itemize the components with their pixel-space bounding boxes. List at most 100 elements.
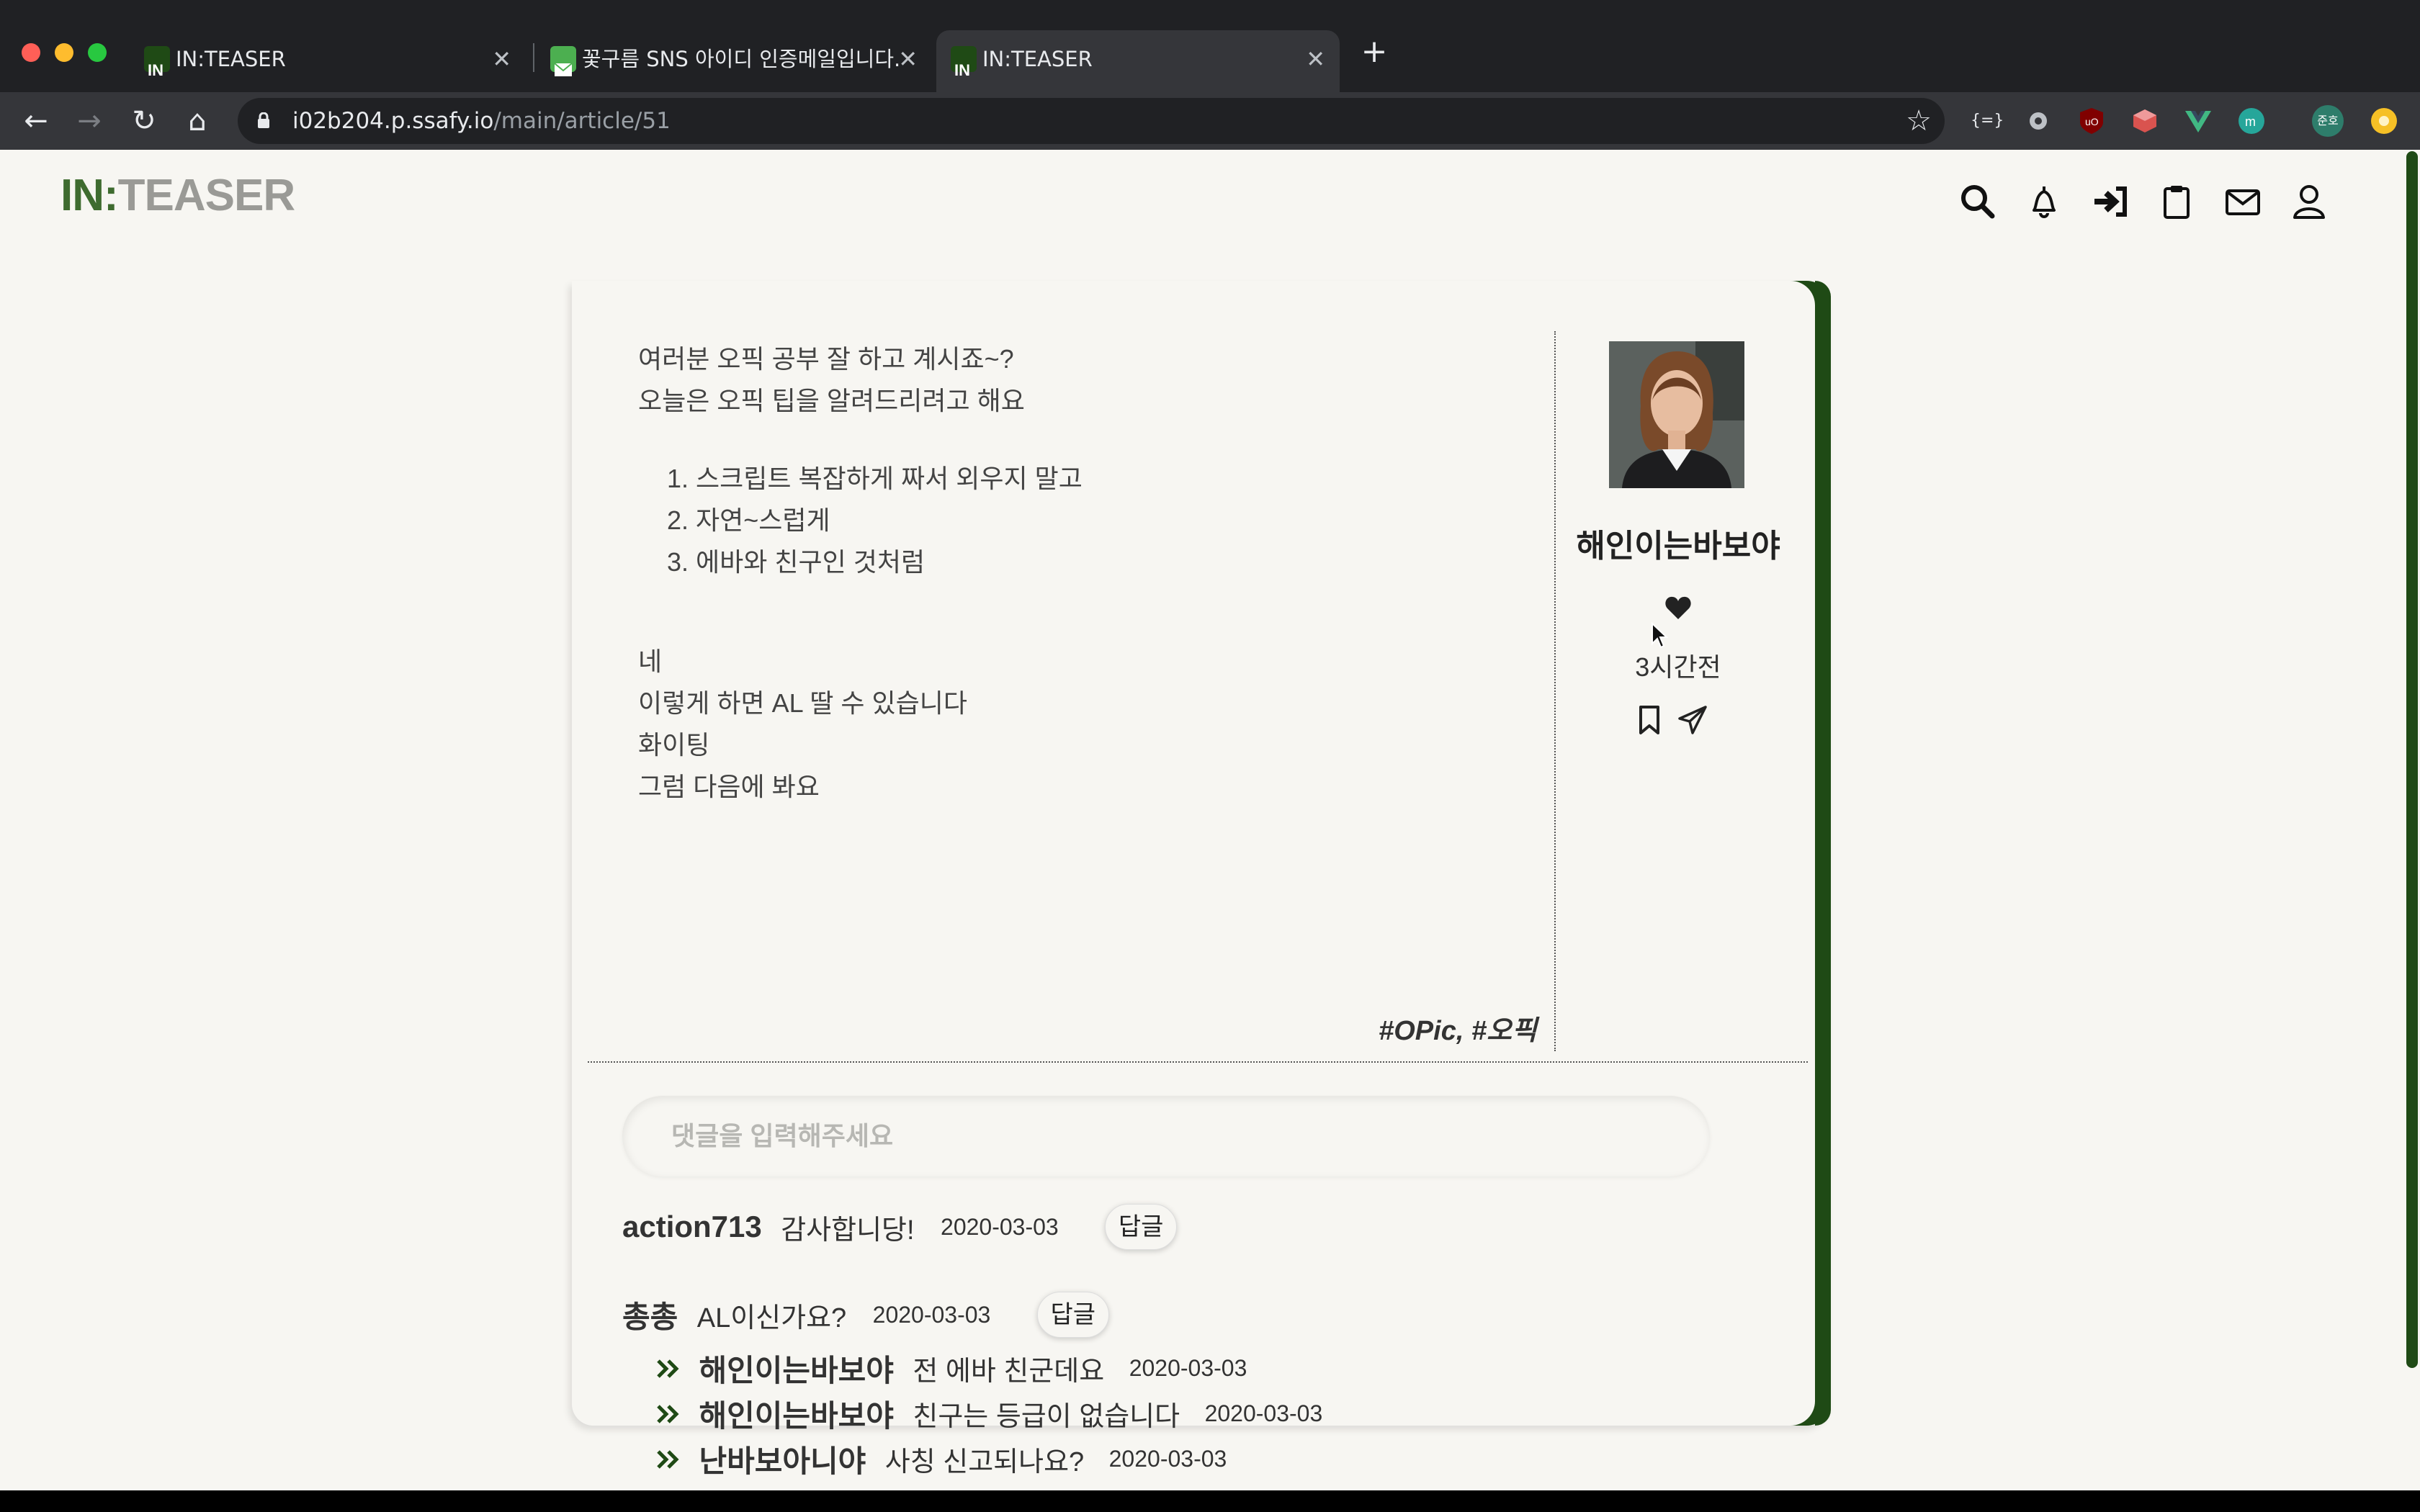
reply-author[interactable]: 난바보아니야 xyxy=(699,1444,866,1478)
forward-button[interactable]: → xyxy=(69,101,109,141)
post-content: 여러분 오픽 공부 잘 하고 계시죠~? 오늘은 오픽 팁을 알려드리려고 해요… xyxy=(638,338,1538,808)
comment-date: 2020-03-03 xyxy=(872,1301,991,1328)
reply-button[interactable]: 답글 xyxy=(1036,1292,1109,1338)
reply-date: 2020-03-03 xyxy=(1108,1446,1227,1472)
address-bar[interactable]: i02b204.p.ssafy.io/main/article/51 ☆ xyxy=(238,98,1945,144)
post-line: 네 xyxy=(638,647,663,676)
reply-text: 친구는 등급이 없습니다 xyxy=(913,1402,1180,1432)
new-tab-button[interactable]: + xyxy=(1358,36,1390,69)
card-accent-bar xyxy=(1815,281,1831,1426)
search-icon[interactable] xyxy=(1956,180,1999,226)
logo-in: IN xyxy=(60,171,104,220)
svg-text:m: m xyxy=(2245,114,2256,129)
comment-input[interactable] xyxy=(622,1096,1710,1176)
post-line: 오늘은 오픽 팁을 알려드리려고 해요 xyxy=(638,386,1025,415)
reply-row: 난바보아니야 사칭 신고되나요? 2020-03-03 xyxy=(655,1437,1227,1480)
extension-gear-icon[interactable] xyxy=(2022,105,2054,137)
inteaser-favicon-icon: IN xyxy=(144,46,170,79)
bookmark-star-icon[interactable]: ☆ xyxy=(1906,104,1932,138)
author-name[interactable]: 해인이는바보야 xyxy=(1556,520,1801,566)
url-path: /main/article/51 xyxy=(493,108,671,134)
bell-icon[interactable] xyxy=(2022,180,2066,226)
tab-title: 꽃구름 SNS 아이디 인증메일입니다. xyxy=(582,47,901,71)
comment-author[interactable]: 총총 xyxy=(622,1300,678,1334)
vertical-divider xyxy=(1554,331,1556,1051)
lock-icon xyxy=(258,112,269,128)
svg-text:IN: IN xyxy=(148,61,163,79)
svg-text:uO: uO xyxy=(2085,116,2099,127)
logo-teaser: TEASER xyxy=(117,171,295,220)
clipboard-icon[interactable] xyxy=(2155,180,2198,226)
comment-text: AL이신가요? xyxy=(696,1302,847,1333)
tab-title: IN:TEASER xyxy=(982,47,1093,71)
extension-vue-icon[interactable] xyxy=(2182,105,2214,137)
window-bottom-edge xyxy=(0,1490,2420,1512)
scrollbar-thumb[interactable] xyxy=(2406,151,2418,1368)
post-list-item: 3. 에바와 친구인 것처럼 xyxy=(667,547,926,577)
reload-button[interactable]: ↻ xyxy=(124,101,164,141)
post-line: 화이팅 xyxy=(638,730,710,760)
tab-title: IN:TEASER xyxy=(176,47,286,71)
comment-row: 총총 AL이신가요? 2020-03-03 답글 xyxy=(622,1292,1109,1349)
extension-face-icon[interactable] xyxy=(2368,105,2400,137)
site-logo[interactable]: IN:TEASER xyxy=(60,170,295,221)
user-icon[interactable] xyxy=(2287,180,2331,226)
extension-m-icon[interactable]: m xyxy=(2236,105,2267,137)
extension-json-icon[interactable]: {=} xyxy=(1971,105,2004,137)
reply-date: 2020-03-03 xyxy=(1129,1355,1247,1381)
close-window-button[interactable] xyxy=(22,43,40,62)
reply-text: 사칭 신고되나요? xyxy=(884,1447,1085,1477)
profile-avatar[interactable]: 준호 xyxy=(2312,105,2344,137)
browser-window: IN IN:TEASER ✕ 꽃구름 SNS 아이디 인증메일입니다. ✕ IN… xyxy=(0,0,2420,1512)
login-icon[interactable] xyxy=(2089,180,2132,226)
extension-cube-icon[interactable] xyxy=(2129,105,2161,137)
post-time: 3시간전 xyxy=(1635,652,1721,682)
paper-plane-icon[interactable] xyxy=(1677,704,1708,736)
svg-text:IN: IN xyxy=(954,61,970,79)
bookmark-icon[interactable] xyxy=(1636,704,1662,736)
author-avatar[interactable] xyxy=(1609,341,1744,488)
comment-author[interactable]: action713 xyxy=(622,1210,762,1243)
url-text: i02b204.p.ssafy.io/main/article/51 xyxy=(292,98,671,144)
tab-close-icon[interactable]: ✕ xyxy=(1306,30,1325,88)
mail-icon[interactable] xyxy=(2221,180,2264,226)
inteaser-favicon-icon: IN xyxy=(951,46,977,79)
reply-row: 해인이는바보야 친구는 등급이 없습니다 2020-03-03 xyxy=(655,1392,1322,1435)
minimize-window-button[interactable] xyxy=(55,43,73,62)
zoom-window-button[interactable] xyxy=(88,43,107,62)
post-line: 여러분 오픽 공부 잘 하고 계시죠~? xyxy=(638,344,1014,374)
extension-ublock-icon[interactable]: uO xyxy=(2076,105,2107,137)
web-page: IN:TEASER 여러분 오픽 공부 잘 하고 계시죠~? 오늘은 오픽 팁을… xyxy=(0,150,2406,1490)
back-button[interactable]: ← xyxy=(16,101,56,141)
url-host: i02b204.p.ssafy.io xyxy=(292,108,494,134)
post-list-item: 1. 스크립트 복잡하게 짜서 외우지 말고 xyxy=(667,464,1083,493)
reply-author[interactable]: 해인이는바보야 xyxy=(699,1399,893,1433)
horizontal-divider xyxy=(588,1061,1808,1063)
tab-inteaser-1[interactable]: IN IN:TEASER ✕ xyxy=(130,30,526,92)
post-tags[interactable]: #OPic, #오픽 xyxy=(1134,1008,1537,1048)
reply-row: 해인이는바보야 전 에바 친군데요 2020-03-03 xyxy=(655,1346,1247,1390)
reply-date: 2020-03-03 xyxy=(1204,1400,1323,1426)
post-list-item: 2. 자연~스럽게 xyxy=(667,505,830,535)
reply-author[interactable]: 해인이는바보야 xyxy=(699,1354,893,1387)
double-chevron-right-icon xyxy=(657,1449,679,1469)
article-card: 여러분 오픽 공부 잘 하고 계시죠~? 오늘은 오픽 팁을 알려드리려고 해요… xyxy=(572,281,1831,1478)
site-nav xyxy=(1933,180,2331,226)
heart-icon[interactable] xyxy=(1664,593,1693,622)
double-chevron-right-icon xyxy=(657,1404,679,1423)
tab-strip: IN IN:TEASER ✕ 꽃구름 SNS 아이디 인증메일입니다. ✕ IN… xyxy=(0,0,2420,92)
double-chevron-right-icon xyxy=(657,1359,679,1378)
logo-colon: : xyxy=(104,171,119,220)
tab-close-icon[interactable]: ✕ xyxy=(492,30,511,88)
tab-separator xyxy=(533,43,534,72)
reply-button[interactable]: 답글 xyxy=(1105,1204,1178,1250)
post-line: 이렇게 하면 AL 딸 수 있습니다 xyxy=(638,688,968,718)
tab-inteaser-active[interactable]: IN IN:TEASER ✕ xyxy=(936,30,1340,92)
home-button[interactable]: ⌂ xyxy=(177,101,218,141)
tab-mail[interactable]: 꽃구름 SNS 아이디 인증메일입니다. ✕ xyxy=(536,30,932,92)
comment-row: action713 감사합니당! 2020-03-03 답글 xyxy=(622,1204,1178,1261)
comment-date: 2020-03-03 xyxy=(941,1213,1059,1240)
post-line: 그럼 다음에 봐요 xyxy=(638,772,820,801)
reply-text: 전 에바 친군데요 xyxy=(913,1356,1105,1387)
tab-close-icon[interactable]: ✕ xyxy=(898,30,918,88)
